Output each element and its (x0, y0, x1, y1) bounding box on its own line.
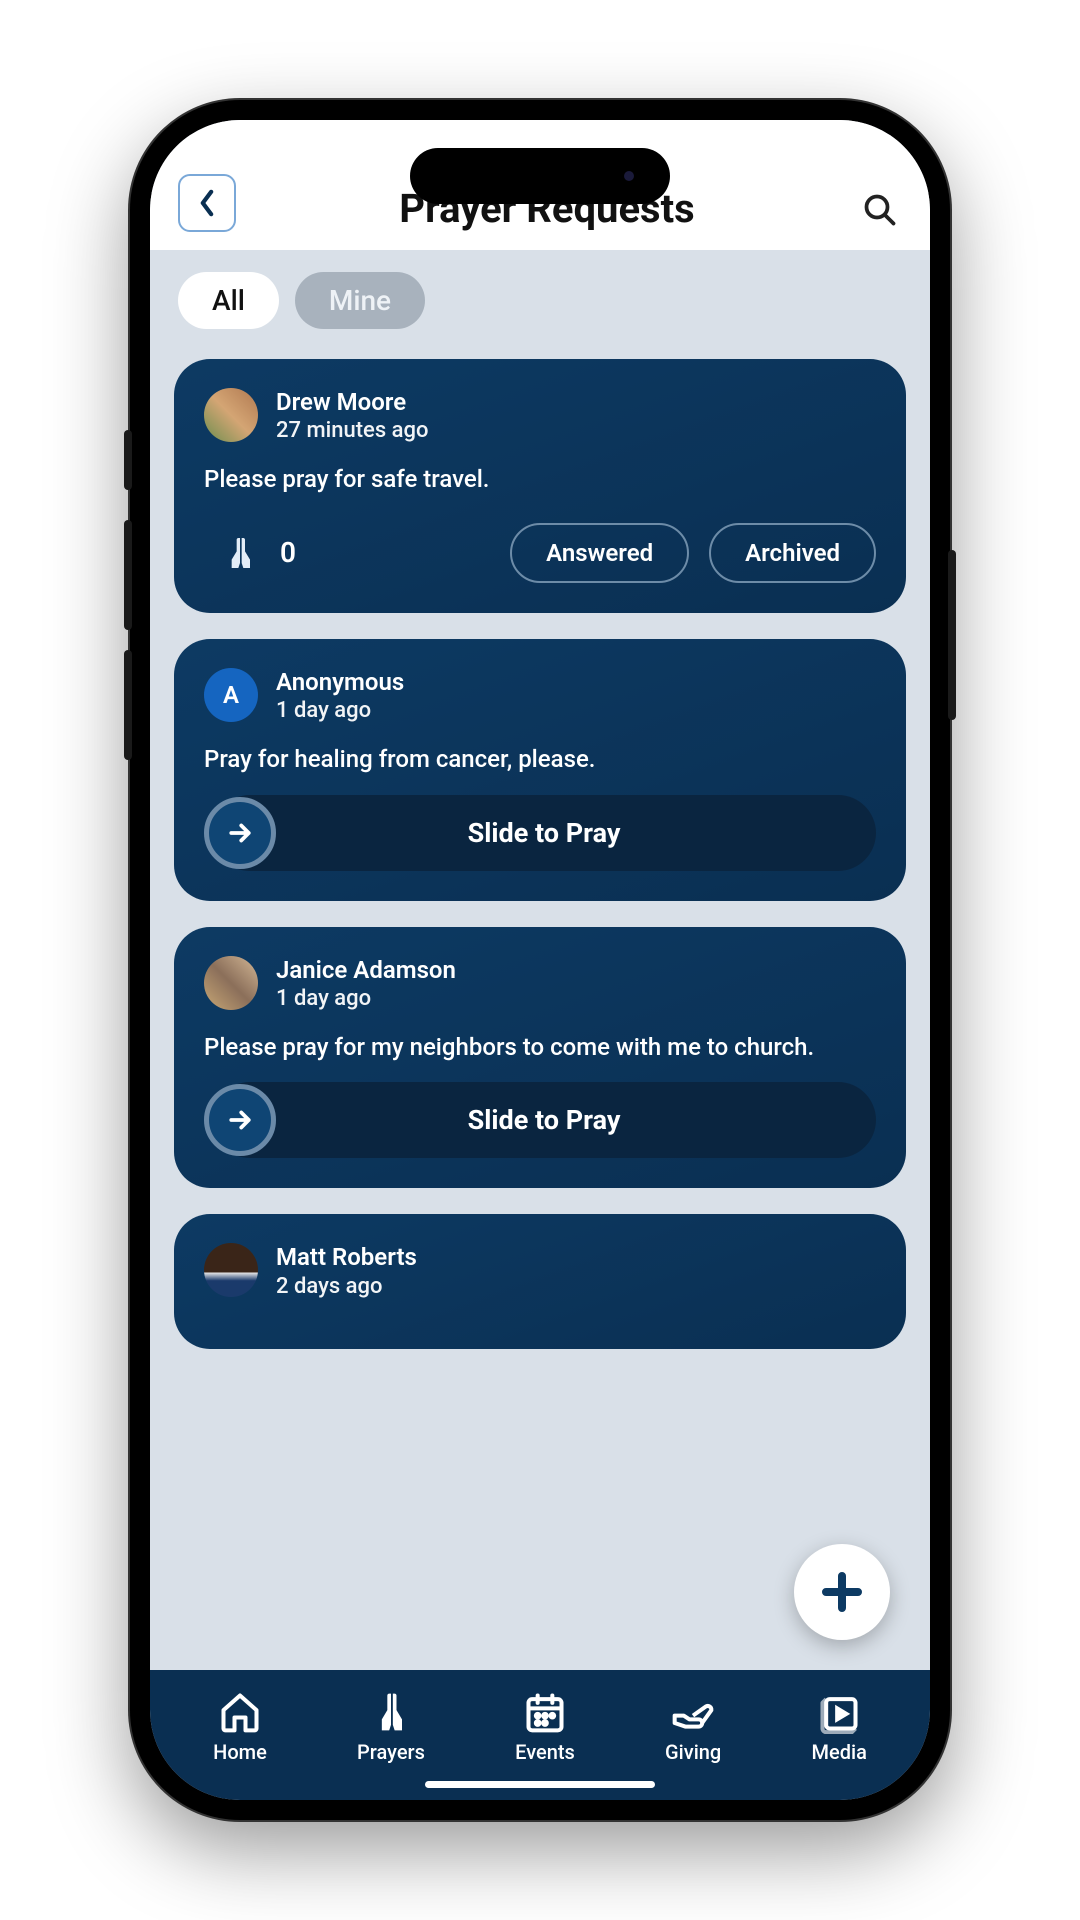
request-text: Pray for healing from cancer, please. (204, 743, 876, 777)
praying-hands-icon (369, 1690, 413, 1734)
avatar: A (204, 668, 258, 722)
tab-all[interactable]: All (178, 272, 279, 329)
nav-prayers[interactable]: Prayers (357, 1690, 425, 1764)
phone-frame: Prayer Requests All Mine Drew Moore 27 m… (130, 100, 950, 1820)
card-header: Janice Adamson 1 day ago (204, 955, 876, 1011)
author-name: Matt Roberts (276, 1242, 417, 1273)
slide-track: Slide to Pray (212, 1082, 876, 1158)
media-icon (817, 1690, 861, 1734)
nav-giving[interactable]: Giving (665, 1690, 721, 1764)
nav-events[interactable]: Events (515, 1690, 575, 1764)
author-name: Janice Adamson (276, 955, 456, 986)
slide-to-pray[interactable]: Slide to Pray (204, 795, 876, 871)
volume-up-button (124, 520, 132, 630)
prayer-request-card[interactable]: Matt Roberts 2 days ago (174, 1214, 906, 1348)
request-text: Please pray for my neighbors to come wit… (204, 1031, 876, 1065)
home-indicator[interactable] (425, 1781, 655, 1788)
slide-thumb[interactable] (204, 1084, 276, 1156)
post-time: 1 day ago (276, 698, 404, 723)
power-button (948, 550, 956, 720)
slide-label: Slide to Pray (468, 817, 621, 849)
card-header: Matt Roberts 2 days ago (204, 1242, 876, 1298)
calendar-icon (523, 1690, 567, 1734)
request-text: Please pray for safe travel. (204, 463, 876, 497)
tab-mine[interactable]: Mine (295, 272, 425, 329)
post-time: 27 minutes ago (276, 418, 428, 443)
add-request-button[interactable] (794, 1544, 890, 1640)
post-time: 2 days ago (276, 1274, 417, 1299)
nav-label: Prayers (357, 1740, 425, 1764)
prayer-request-card[interactable]: A Anonymous 1 day ago Pray for healing f… (174, 639, 906, 901)
slide-track: Slide to Pray (212, 795, 876, 871)
chevron-left-icon (198, 189, 216, 217)
nav-home[interactable]: Home (213, 1690, 267, 1764)
prayer-request-card[interactable]: Janice Adamson 1 day ago Please pray for… (174, 927, 906, 1189)
archived-button[interactable]: Archived (709, 523, 876, 583)
arrow-right-icon (225, 1105, 255, 1135)
search-icon (862, 192, 898, 228)
requests-list[interactable]: Drew Moore 27 minutes ago Please pray fo… (150, 339, 930, 1759)
nav-label: Events (515, 1740, 575, 1764)
card-header: A Anonymous 1 day ago (204, 667, 876, 723)
avatar (204, 956, 258, 1010)
avatar (204, 388, 258, 442)
answered-button[interactable]: Answered (510, 523, 689, 583)
giving-hand-icon (671, 1690, 715, 1734)
volume-down-button (124, 650, 132, 760)
filter-tabs: All Mine (150, 250, 930, 339)
slide-thumb[interactable] (204, 797, 276, 869)
author-name: Drew Moore (276, 387, 428, 418)
slide-to-pray[interactable]: Slide to Pray (204, 1082, 876, 1158)
card-actions: 0 Answered Archived (204, 523, 876, 583)
search-button[interactable] (858, 188, 902, 232)
screen: Prayer Requests All Mine Drew Moore 27 m… (150, 120, 930, 1800)
avatar-initial: A (223, 681, 239, 709)
prayer-request-card[interactable]: Drew Moore 27 minutes ago Please pray fo… (174, 359, 906, 613)
post-time: 1 day ago (276, 986, 456, 1011)
pray-count-value: 0 (280, 536, 296, 569)
dynamic-island (410, 148, 670, 204)
home-icon (218, 1690, 262, 1734)
plus-icon (818, 1568, 866, 1616)
side-button (124, 430, 132, 490)
card-header: Drew Moore 27 minutes ago (204, 387, 876, 443)
slide-label: Slide to Pray (468, 1104, 621, 1136)
arrow-right-icon (225, 818, 255, 848)
nav-media[interactable]: Media (812, 1690, 867, 1764)
praying-hands-icon (220, 533, 260, 573)
pray-counter[interactable]: 0 (220, 533, 296, 573)
back-button[interactable] (178, 174, 236, 232)
nav-label: Home (213, 1740, 267, 1764)
author-name: Anonymous (276, 667, 404, 698)
nav-label: Giving (665, 1740, 721, 1764)
nav-label: Media (812, 1740, 867, 1764)
avatar (204, 1243, 258, 1297)
